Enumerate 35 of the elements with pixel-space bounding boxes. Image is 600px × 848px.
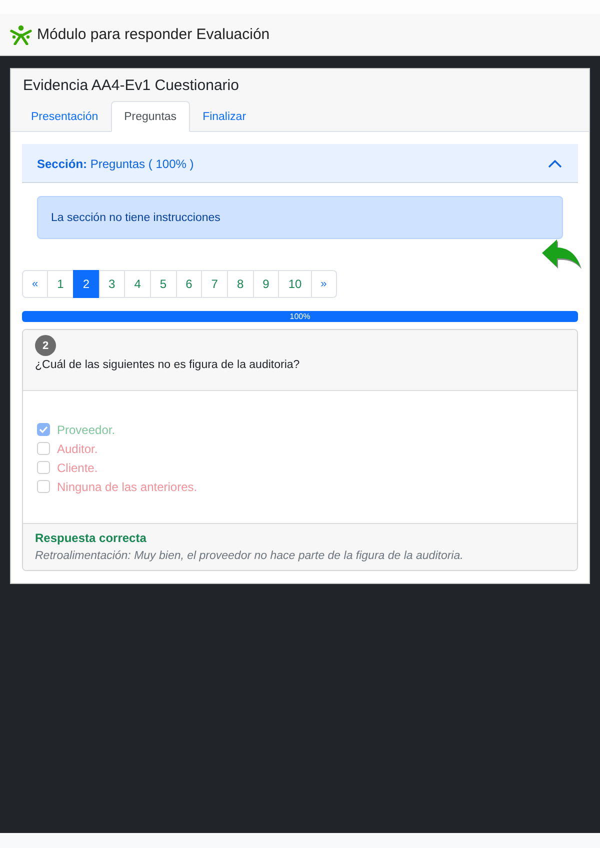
page-button[interactable]: 1 — [47, 270, 74, 298]
page-button[interactable]: 4 — [124, 270, 151, 298]
page-button[interactable]: 9 — [252, 270, 280, 298]
progress-label: 100% — [290, 311, 310, 322]
return-arrow-icon[interactable] — [542, 239, 582, 270]
checkbox[interactable] — [37, 423, 50, 436]
page-button[interactable]: 7 — [201, 270, 228, 298]
feedback-text: Retroalimentación: Muy bien, el proveedor no hace parte de la figura de la auditoria. — [35, 549, 464, 564]
question-number-badge: 2 — [35, 335, 56, 356]
option-label: Cliente. — [57, 460, 98, 474]
tab[interactable]: Finalizar — [190, 101, 260, 132]
figure-logo-icon — [10, 24, 32, 44]
checkmark-icon — [39, 426, 48, 433]
checkbox[interactable] — [37, 461, 50, 474]
previous-page-button[interactable]: « — [22, 270, 48, 298]
page-button[interactable]: 8 — [226, 270, 254, 298]
instructions-alert: La sección no tiene instrucciones — [37, 196, 563, 239]
page-button[interactable]: 5 — [150, 270, 177, 298]
next-page-button[interactable]: » — [310, 270, 337, 298]
page-button[interactable]: 3 — [98, 270, 126, 298]
option-label: Ninguna de las anteriores. — [57, 480, 198, 494]
app-title: Módulo para responder Evaluación — [37, 26, 270, 43]
page-button[interactable]: 6 — [176, 270, 202, 298]
tab[interactable]: Preguntas — [111, 101, 190, 132]
checkbox[interactable] — [37, 442, 50, 455]
option-label: Auditor. — [57, 442, 98, 456]
question-text: ¿Cuál de las siguientes no es figura de la auditoria? — [35, 358, 301, 373]
checkbox[interactable] — [37, 480, 50, 493]
result-text: Respuesta correcta — [35, 530, 148, 546]
section-header-button[interactable]: Sección: Preguntas ( 100% ) — [22, 144, 578, 183]
tab[interactable]: Presentación — [18, 101, 112, 132]
page-button[interactable]: 2 — [72, 270, 100, 298]
page-button[interactable]: 10 — [278, 270, 312, 298]
card-title: Evidencia AA4-Ev1 Cuestionario — [23, 76, 240, 96]
option-label: Proveedor. — [57, 422, 116, 436]
